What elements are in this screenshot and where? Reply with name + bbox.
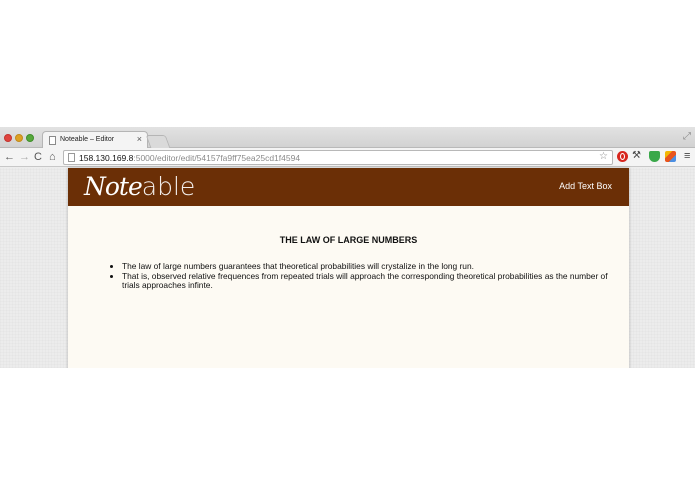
shield-extension-icon[interactable] (649, 151, 660, 162)
noteable-app: Noteable Add Text Box THE LAW OF LARGE N… (68, 168, 629, 368)
noteable-logo[interactable]: Noteable (84, 171, 195, 203)
url-text: 158.130.169.8:5000/editor/edit/54157fa9f… (79, 152, 300, 164)
tab-noteable-editor[interactable]: Noteable – Editor × (42, 131, 148, 149)
browser-toolbar: ← → C ⌂ 158.130.169.8:5000/editor/edit/5… (0, 148, 695, 167)
url-host: 158.130.169.8 (79, 153, 134, 163)
page-viewport: Noteable Add Text Box THE LAW OF LARGE N… (0, 168, 695, 368)
back-arrow-icon[interactable]: ← (4, 150, 15, 164)
zoom-window-button[interactable] (26, 134, 34, 142)
menu-icon[interactable]: ≡ (684, 150, 690, 162)
new-tab-button[interactable] (145, 135, 171, 148)
page-icon (49, 136, 56, 145)
wrench-icon[interactable]: ⚒ (632, 150, 641, 161)
tab-title: Noteable – Editor (60, 136, 115, 143)
document-title[interactable]: THE LAW OF LARGE NUMBERS (68, 235, 629, 245)
tab-strip: Noteable – Editor × ⤢ (0, 127, 695, 149)
page-icon (68, 153, 75, 162)
reload-icon[interactable]: C (34, 150, 42, 164)
close-tab-icon[interactable]: × (137, 134, 142, 144)
close-window-button[interactable] (4, 134, 12, 142)
fullscreen-icon[interactable]: ⤢ (683, 131, 691, 142)
bullet-list[interactable]: The law of large numbers guarantees that… (122, 261, 612, 291)
url-path: :5000/editor/edit/54157fa9ff75ea25cd1f45… (133, 153, 301, 163)
logo-able: able (141, 172, 196, 201)
home-icon[interactable]: ⌂ (49, 150, 56, 164)
bookmark-star-icon[interactable]: ☆ (599, 151, 608, 162)
opera-extension-icon[interactable] (617, 151, 628, 162)
app-header: Noteable Add Text Box (68, 168, 629, 206)
address-bar[interactable]: 158.130.169.8:5000/editor/edit/54157fa9f… (63, 150, 613, 165)
minimize-window-button[interactable] (15, 134, 23, 142)
list-item[interactable]: That is, observed relative frequences fr… (122, 271, 612, 291)
logo-note: Note (84, 172, 143, 201)
add-text-box-button[interactable]: Add Text Box (559, 181, 612, 191)
browser-window: Noteable – Editor × ⤢ ← → C ⌂ 158.130.16… (0, 127, 695, 368)
forward-arrow-icon[interactable]: → (19, 150, 30, 164)
document-content[interactable]: THE LAW OF LARGE NUMBERS The law of larg… (68, 206, 629, 368)
color-extension-icon[interactable] (665, 151, 676, 162)
